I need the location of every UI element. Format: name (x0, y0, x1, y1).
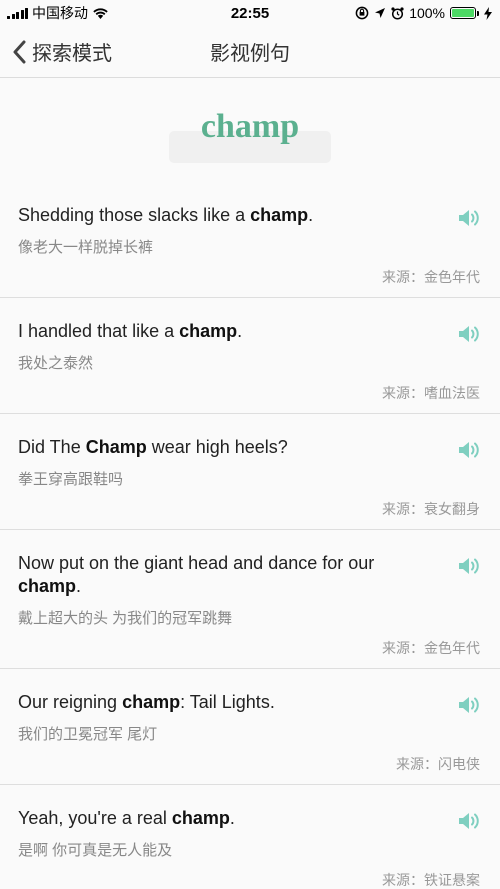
sentence-source: 来源：金色年代 (382, 640, 480, 656)
speaker-icon[interactable] (458, 811, 480, 831)
sentence-chinese: 像老大一样脱掉长裤 (18, 239, 154, 256)
rotation-lock-icon (355, 6, 369, 20)
alarm-icon (391, 6, 404, 20)
keyword-highlight: champ (122, 692, 181, 712)
wifi-icon (93, 8, 108, 19)
sentence-english: Our reigning champ: Tail Lights. (18, 692, 275, 712)
back-button[interactable]: 探索模式 (12, 26, 112, 77)
sentence-english: Now put on the giant head and dance for … (18, 553, 375, 596)
speaker-icon[interactable] (458, 208, 480, 228)
keyword-highlight: Champ (85, 437, 147, 457)
speaker-icon[interactable] (458, 695, 480, 715)
sentence-english: Yeah, you're a real champ. (18, 808, 235, 828)
signal-icon (7, 7, 28, 19)
sentence-chinese: 戴上超大的头 为我们的冠军跳舞 (18, 610, 233, 627)
sentence-item: Yeah, you're a real champ. 是啊 你可真是无人能及 来… (0, 785, 500, 889)
sentence-source: 来源：嗜血法医 (382, 385, 480, 401)
sentence-source: 来源：铁证悬案 (382, 872, 480, 888)
battery-icon (450, 7, 479, 19)
location-icon (375, 8, 386, 18)
keyword-highlight: champ (18, 576, 77, 596)
sentence-item: Shedding those slacks like a champ. 像老大一… (0, 182, 500, 298)
sentence-source: 来源：金色年代 (382, 269, 480, 285)
speaker-icon[interactable] (458, 556, 480, 576)
sentence-list: Shedding those slacks like a champ. 像老大一… (0, 182, 500, 889)
sentence-item: Did The Champ wear high heels? 拳王穿高跟鞋吗 来… (0, 414, 500, 530)
sentence-item: I handled that like a champ. 我处之泰然 来源：嗜血… (0, 298, 500, 414)
carrier-label: 中国移动 (32, 5, 88, 21)
navigation-bar: 探索模式 影视例句 (0, 26, 500, 78)
back-label: 探索模式 (32, 43, 112, 65)
chevron-left-icon (13, 40, 26, 63)
sentence-chinese: 我处之泰然 (18, 355, 94, 372)
sentence-english: I handled that like a champ. (18, 321, 243, 341)
speaker-icon[interactable] (458, 440, 480, 460)
status-bar: 中国移动 22:55 100% (0, 0, 500, 26)
headword: champ (200, 108, 300, 145)
sentence-chinese: 是啊 你可真是无人能及 (18, 842, 173, 859)
keyword-highlight: champ (171, 808, 230, 828)
keyword-highlight: champ (250, 205, 309, 225)
sentence-source: 来源：衰女翻身 (382, 501, 480, 517)
headword-section: champ (0, 78, 500, 182)
speaker-icon[interactable] (458, 324, 480, 344)
sentence-chinese: 拳王穿高跟鞋吗 (18, 471, 124, 488)
sentence-english: Shedding those slacks like a champ. (18, 205, 314, 225)
sentence-source: 来源：闪电侠 (396, 756, 480, 772)
status-left: 中国移动 (7, 3, 109, 23)
status-right: 100% (355, 5, 492, 21)
charging-bolt-icon (484, 6, 492, 20)
keyword-highlight: champ (179, 321, 238, 341)
sentence-chinese: 我们的卫冕冠军 尾灯 (18, 726, 158, 743)
sentence-item: Our reigning champ: Tail Lights. 我们的卫冕冠军… (0, 669, 500, 785)
sentence-english: Did The Champ wear high heels? (18, 437, 288, 457)
sentence-item: Now put on the giant head and dance for … (0, 530, 500, 669)
battery-percentage: 100% (409, 5, 445, 21)
